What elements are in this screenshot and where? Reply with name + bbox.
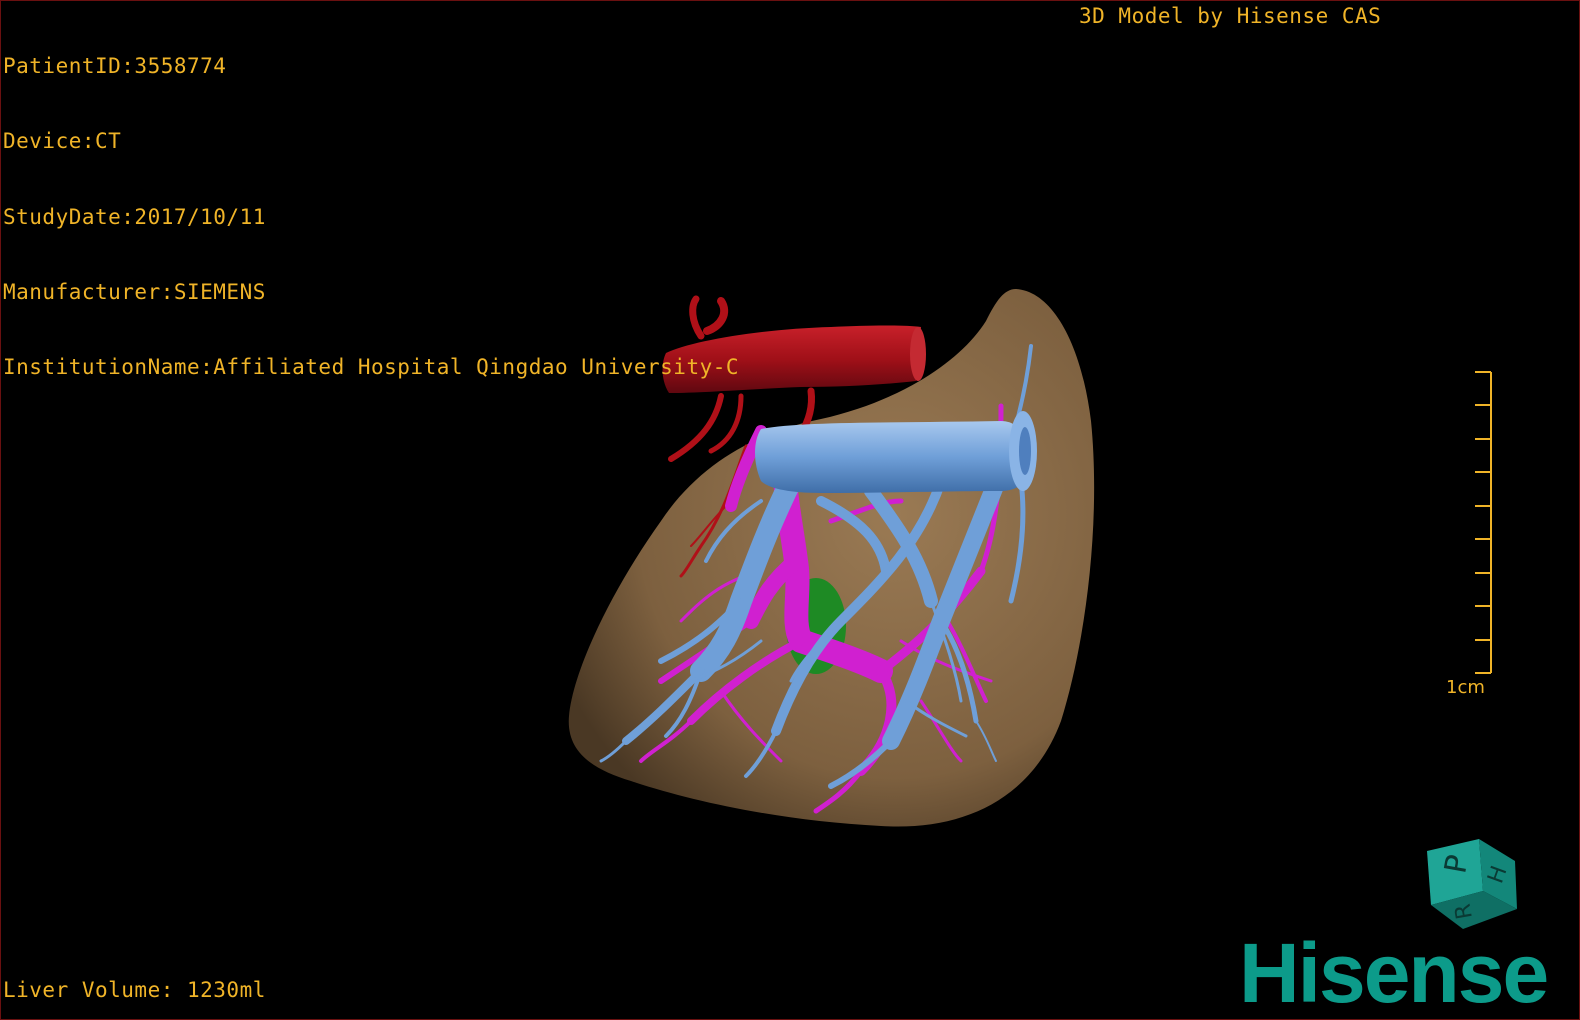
device: Device:CT	[3, 129, 122, 154]
dicom-info-overlay: PatientID:3558774 Device:CT StudyDate:20…	[3, 4, 739, 430]
scale-bar-label: 1cm	[1446, 677, 1485, 698]
scale-bar	[1475, 371, 1492, 674]
patient-id: PatientID:3558774	[3, 54, 227, 78]
study-date: StudyDate:2017/10/11	[3, 204, 266, 229]
hisense-logo: Hisense	[1239, 926, 1549, 1020]
model-title: 3D Model by Hisense CAS	[1079, 4, 1382, 28]
3d-viewport[interactable]: PatientID:3558774 Device:CT StudyDate:20…	[0, 0, 1580, 1020]
liver-volume: Liver Volume: 1230ml	[3, 978, 266, 1002]
manufacturer: Manufacturer:SIEMENS	[3, 279, 266, 304]
institution-name: InstitutionName:Affiliated Hospital Qing…	[3, 355, 740, 380]
inferior-vena-cava	[755, 411, 1037, 493]
